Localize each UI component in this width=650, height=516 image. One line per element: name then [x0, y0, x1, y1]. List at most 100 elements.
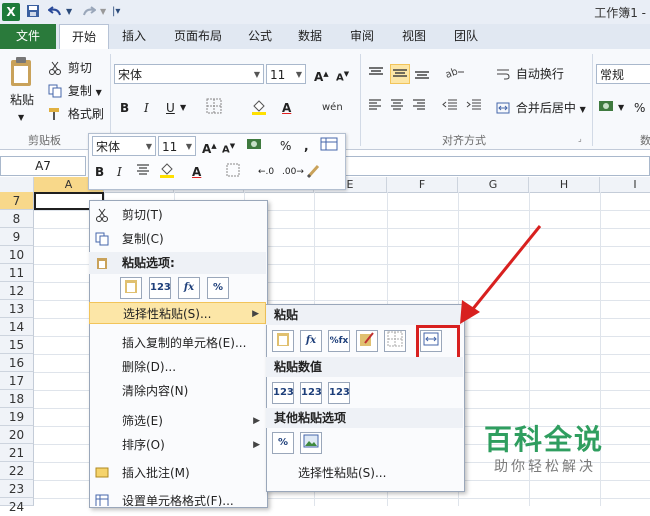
paste-formatting-button[interactable]: % — [207, 277, 229, 299]
menu-format-cells[interactable]: 设置单元格格式(F)... — [89, 490, 266, 506]
column-header[interactable]: G — [458, 177, 529, 192]
menu-insert-copied-cells[interactable]: 插入复制的单元格(E)... — [89, 332, 266, 354]
row-header[interactable]: 21 — [0, 444, 34, 462]
column-header[interactable]: H — [529, 177, 600, 192]
copy-dropdown-icon[interactable]: ▼ — [96, 88, 102, 97]
menu-clear-contents[interactable]: 清除内容(N) — [89, 380, 266, 402]
row-header[interactable]: 13 — [0, 300, 34, 318]
column-header[interactable]: F — [387, 177, 458, 192]
row-header[interactable]: 14 — [0, 318, 34, 336]
paste-default-button[interactable] — [120, 277, 142, 299]
align-right-icon[interactable] — [412, 98, 426, 118]
menu-insert-comment[interactable]: 插入批注(M) — [89, 462, 266, 484]
row-header[interactable]: 8 — [0, 210, 34, 228]
row-header[interactable]: 10 — [0, 246, 34, 264]
tab-team[interactable]: 团队 — [446, 24, 486, 49]
select-all-corner[interactable] — [0, 177, 34, 192]
mini-increase-font-button[interactable]: A▲ — [202, 136, 217, 156]
increase-indent-icon[interactable] — [466, 98, 482, 118]
tab-insert[interactable]: 插入 — [112, 24, 156, 49]
excel-app-icon[interactable]: X — [2, 3, 20, 21]
align-center-icon[interactable] — [390, 98, 404, 118]
mini-font-size-combo[interactable]: 11 ▼ — [158, 136, 196, 156]
mini-comma-button[interactable]: , — [304, 136, 309, 156]
mini-fill-color-icon[interactable] — [158, 161, 176, 181]
underline-button[interactable]: U — [166, 98, 175, 118]
row-header[interactable]: 20 — [0, 426, 34, 444]
sub-paste-picture-button[interactable] — [300, 432, 322, 454]
undo-icon[interactable] — [47, 4, 64, 20]
mini-decrease-font-button[interactable]: A▼ — [222, 136, 235, 156]
align-middle-icon[interactable] — [390, 64, 410, 84]
number-format-combo[interactable]: 常规 — [596, 64, 650, 84]
save-icon[interactable] — [26, 4, 40, 20]
paste-formulas-button[interactable]: fx — [178, 277, 200, 299]
sub-paste-values-number-format-button[interactable]: 123 — [300, 382, 322, 404]
align-left-icon[interactable] — [368, 98, 382, 118]
font-color-button[interactable]: A — [282, 98, 291, 118]
menu-paste-special[interactable]: 选择性粘贴(S)... ▶ — [89, 302, 266, 324]
column-header[interactable]: I — [600, 177, 650, 192]
mini-decrease-decimal-icon[interactable]: .00→ — [282, 162, 304, 182]
sub-paste-no-borders-button[interactable] — [384, 330, 406, 352]
mini-italic-button[interactable]: I — [117, 162, 122, 182]
dialog-launcher-icon[interactable]: ⌟ — [578, 134, 582, 143]
row-header[interactable]: 19 — [0, 408, 34, 426]
row-header[interactable]: 11 — [0, 264, 34, 282]
italic-button[interactable]: I — [144, 98, 149, 118]
row-header[interactable]: 22 — [0, 462, 34, 480]
name-box[interactable]: A7 — [0, 156, 86, 176]
merge-dropdown-icon[interactable]: ▼ — [580, 105, 586, 114]
increase-font-size-button[interactable]: A▲ — [314, 64, 329, 84]
phonetic-guide-icon[interactable]: wén — [322, 98, 343, 118]
sub-paste-keep-source-format-button[interactable] — [356, 330, 378, 352]
undo-dropdown-icon[interactable]: ▼ — [66, 4, 72, 20]
tab-file[interactable]: 文件 — [0, 24, 56, 49]
sub-paste-formulas-button[interactable]: fx — [300, 330, 322, 352]
underline-dropdown-icon[interactable]: ▼ — [180, 98, 186, 118]
tab-formulas[interactable]: 公式 — [240, 24, 280, 49]
mini-font-name-combo[interactable]: 宋体 ▼ — [92, 136, 156, 156]
cut-button[interactable]: 剪切 — [48, 58, 92, 78]
paste-button[interactable]: 粘贴 — [10, 90, 34, 110]
align-top-icon[interactable] — [368, 66, 384, 86]
font-name-combo[interactable]: 宋体 ▼ — [114, 64, 264, 84]
row-header[interactable]: 16 — [0, 354, 34, 372]
merge-center-button[interactable]: 合并后居中 ▼ — [496, 98, 586, 118]
copy-button[interactable]: 复制 ▼ — [48, 81, 102, 101]
bold-button[interactable]: B — [120, 98, 129, 118]
format-painter-button[interactable]: 格式刷 — [48, 104, 104, 124]
submenu-paste-special[interactable]: 选择性粘贴(S)... — [266, 462, 463, 484]
decrease-indent-icon[interactable] — [442, 98, 458, 118]
mini-format-icon[interactable] — [320, 136, 338, 156]
customize-toolbar-icon[interactable]: |▾ — [112, 4, 120, 20]
mini-font-color-button[interactable]: A — [192, 162, 201, 182]
redo-dropdown-icon[interactable]: ▼ — [100, 4, 106, 20]
sub-paste-formulas-number-format-button[interactable]: %fx — [328, 330, 350, 352]
redo-icon[interactable] — [80, 4, 97, 20]
row-header[interactable]: 15 — [0, 336, 34, 354]
row-header[interactable]: 9 — [0, 228, 34, 246]
tab-home[interactable]: 开始 — [59, 24, 109, 50]
menu-delete[interactable]: 删除(D)... — [89, 356, 266, 378]
mini-increase-decimal-icon[interactable]: ←.0 — [258, 162, 274, 182]
paste-dropdown-icon[interactable]: ▼ — [18, 108, 24, 128]
accounting-format-icon[interactable] — [598, 98, 616, 118]
mini-bold-button[interactable]: B — [95, 162, 104, 182]
align-bottom-icon[interactable] — [414, 66, 430, 86]
sub-paste-values-button[interactable]: 123 — [272, 382, 294, 404]
menu-sort[interactable]: 排序(O) ▶ — [89, 434, 266, 456]
tab-page-layout[interactable]: 页面布局 — [166, 24, 230, 49]
menu-copy[interactable]: 复制(C) — [89, 228, 266, 250]
paste-clipboard-icon[interactable] — [8, 56, 34, 91]
sub-paste-default-button[interactable] — [272, 330, 294, 352]
row-header[interactable]: 23 — [0, 480, 34, 498]
row-header[interactable]: 18 — [0, 390, 34, 408]
wrap-text-button[interactable]: 自动换行 — [496, 64, 564, 84]
sub-paste-formatting-button[interactable]: % — [272, 432, 294, 454]
mini-accounting-icon[interactable] — [246, 136, 264, 156]
borders-icon[interactable] — [206, 98, 222, 118]
tab-view[interactable]: 视图 — [394, 24, 434, 49]
mini-borders-icon[interactable] — [226, 163, 240, 183]
tab-review[interactable]: 审阅 — [342, 24, 382, 49]
